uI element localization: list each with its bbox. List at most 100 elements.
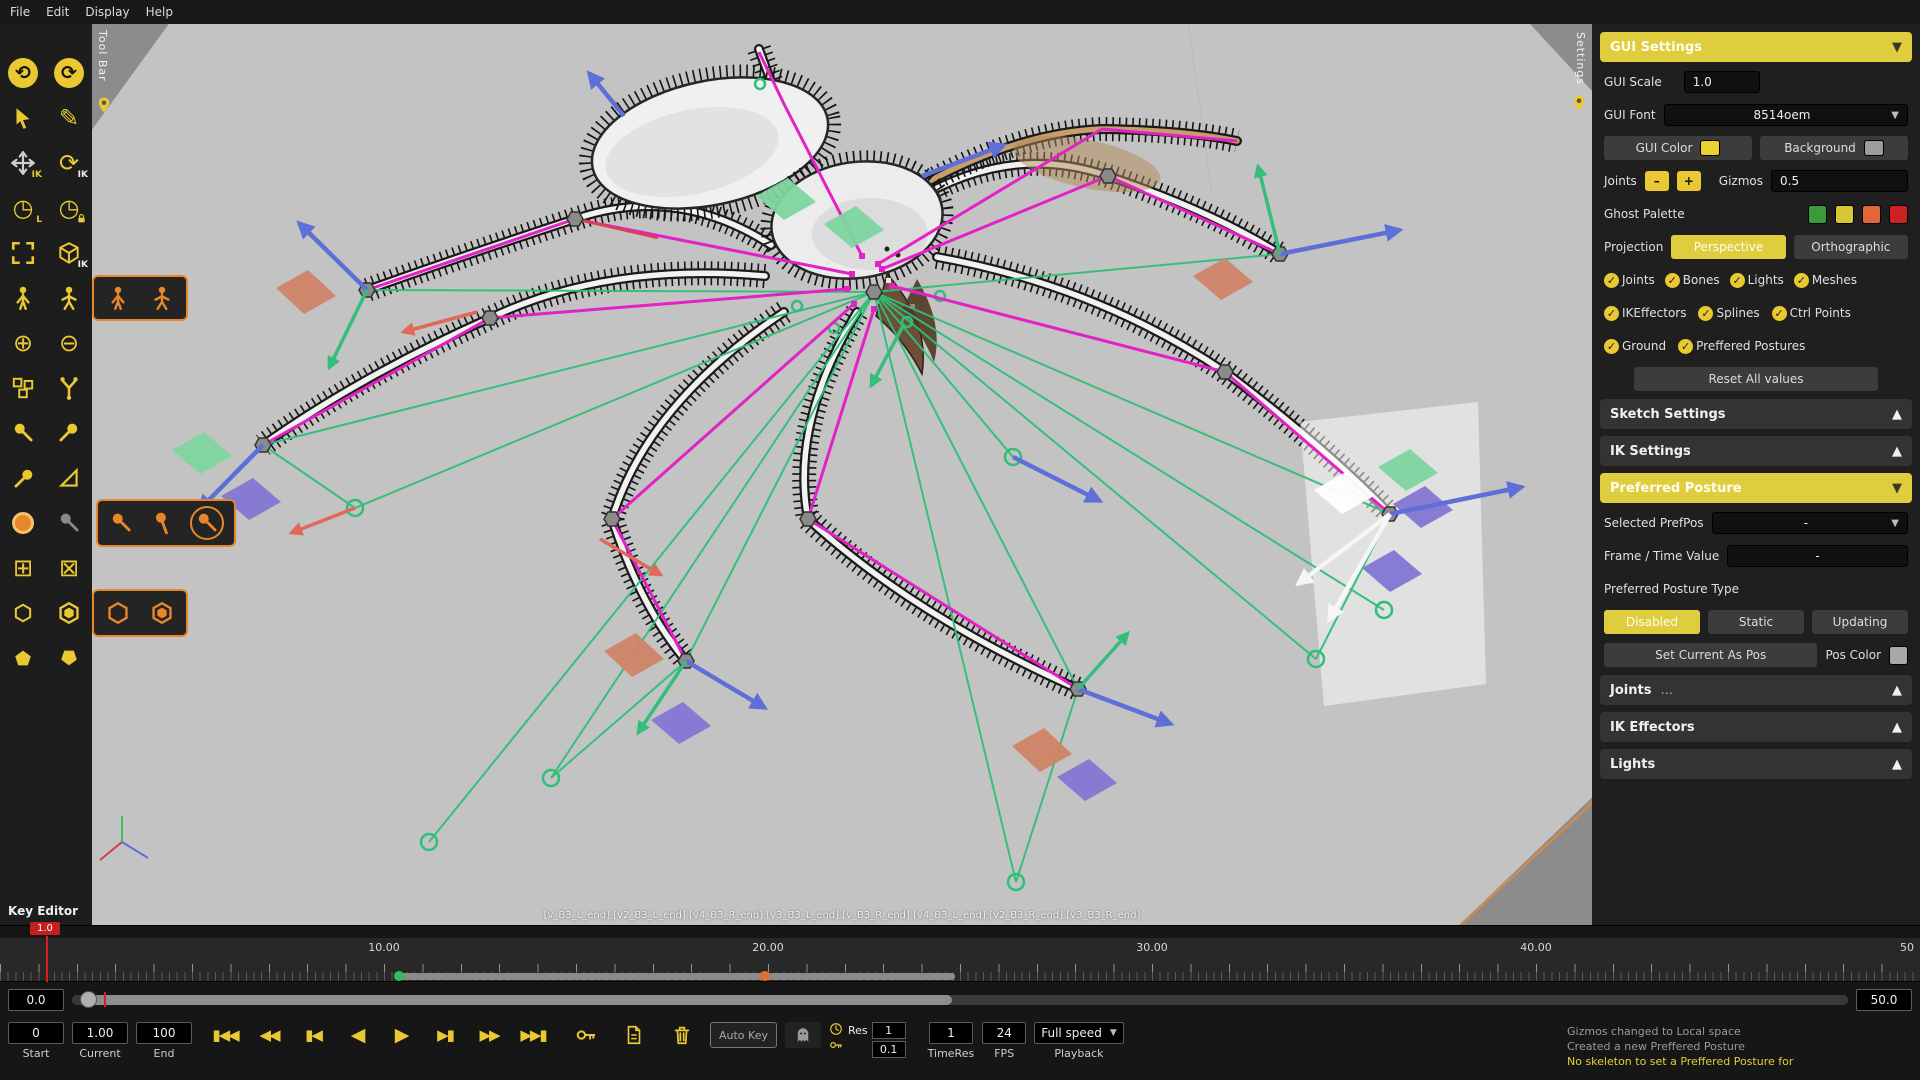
set-key-button[interactable]: [566, 1022, 606, 1048]
ghosting-button[interactable]: [785, 1022, 821, 1048]
go-to-end-button[interactable]: ▶▶▮: [512, 1022, 554, 1048]
pin-dark-tool-button[interactable]: [49, 504, 89, 542]
next-frame-button[interactable]: ▶▮: [424, 1022, 466, 1048]
pushpin-icon[interactable]: [145, 506, 180, 541]
gizmos-input[interactable]: 0.5: [1771, 170, 1908, 192]
playhead-time-badge[interactable]: 1.0: [30, 922, 60, 935]
add-circle-tool-button[interactable]: ⊕: [3, 324, 43, 362]
posture-disabled-button[interactable]: Disabled: [1604, 610, 1700, 634]
selected-prefpos-select[interactable]: - ▼: [1712, 512, 1908, 534]
toggle-splines[interactable]: ✓Splines: [1698, 306, 1759, 321]
current-frame-input[interactable]: 1.00: [72, 1022, 128, 1044]
draw-tool-button[interactable]: ✎: [49, 99, 89, 137]
viewport-3d[interactable]: Tool Bar Settings [v_B3_L_end] [v2_B3_L_…: [92, 24, 1592, 925]
edit-keys-button[interactable]: [614, 1022, 654, 1048]
hexagon-outline-tool-button[interactable]: [3, 594, 43, 632]
res-input[interactable]: 1: [872, 1022, 906, 1039]
play-button[interactable]: ▶: [380, 1022, 422, 1048]
play-backward-button[interactable]: ◀: [336, 1022, 378, 1048]
hexagon-icon[interactable]: [105, 600, 131, 626]
pos-color-swatch[interactable]: [1889, 646, 1908, 665]
pin-icon[interactable]: [95, 96, 113, 114]
toggle-ground[interactable]: ✓Ground: [1604, 339, 1666, 354]
pin-flip-tool-button[interactable]: [49, 414, 89, 452]
pentagon-up-tool-button[interactable]: [3, 639, 43, 677]
pin-icon[interactable]: [1570, 94, 1588, 112]
toggle-bones[interactable]: ✓Bones: [1665, 273, 1720, 288]
posture-static-button[interactable]: Static: [1708, 610, 1804, 634]
posture-updating-button[interactable]: Updating: [1812, 610, 1908, 634]
time-local-tool-button[interactable]: ◷L: [3, 189, 43, 227]
undo-button[interactable]: ⟲: [3, 54, 43, 92]
move-ik-tool-button[interactable]: IK: [3, 144, 43, 182]
pin-tool-button[interactable]: [3, 414, 43, 452]
ghost-color-red-swatch[interactable]: [1889, 205, 1908, 224]
toggle-ikeffectors[interactable]: ✓IKEffectors: [1604, 306, 1686, 321]
toggle-meshes[interactable]: ✓Meshes: [1794, 273, 1857, 288]
go-to-start-button[interactable]: ▮◀◀: [204, 1022, 246, 1048]
lights-header[interactable]: Lights ▲: [1600, 749, 1912, 779]
playhead-marker[interactable]: [46, 936, 48, 982]
gui-scale-input[interactable]: 1.0: [1684, 71, 1760, 93]
character-orbit-tool-button[interactable]: [3, 279, 43, 317]
hexagon-icon[interactable]: [149, 600, 175, 626]
pushpin-icon[interactable]: [108, 510, 134, 536]
menu-display[interactable]: Display: [85, 5, 129, 19]
rewind-button[interactable]: ◀◀: [248, 1022, 290, 1048]
pushpin-selected-button[interactable]: [190, 506, 224, 540]
range-max-box[interactable]: 50.0: [1856, 989, 1912, 1011]
orthographic-button[interactable]: Orthographic: [1794, 235, 1908, 259]
delete-key-button[interactable]: [662, 1022, 702, 1048]
scale-tool-button[interactable]: [3, 234, 43, 272]
person-icon[interactable]: [149, 285, 175, 311]
branch-tool-button[interactable]: [49, 369, 89, 407]
sketch-settings-header[interactable]: Sketch Settings ▲: [1600, 399, 1912, 429]
joints-increase-button[interactable]: +: [1677, 171, 1701, 191]
background-color-button[interactable]: Background: [1760, 136, 1908, 160]
preferred-posture-header[interactable]: Preferred Posture ▼: [1600, 473, 1912, 503]
toggle-joints[interactable]: ✓Joints: [1604, 273, 1655, 288]
menu-file[interactable]: File: [10, 5, 30, 19]
ghost-color-orange-swatch[interactable]: [1862, 205, 1881, 224]
ik-settings-header[interactable]: IK Settings ▲: [1600, 436, 1912, 466]
res-secondary-input[interactable]: 0.1: [872, 1041, 906, 1058]
person-icon[interactable]: [105, 285, 131, 311]
start-frame-input[interactable]: 0: [8, 1022, 64, 1044]
menu-edit[interactable]: Edit: [46, 5, 69, 19]
pentagon-down-tool-button[interactable]: [49, 639, 89, 677]
rotate-ik-tool-button[interactable]: ⟳IK: [49, 144, 89, 182]
triangle-ruler-tool-button[interactable]: [49, 459, 89, 497]
hexagon-filled-tool-button[interactable]: [49, 594, 89, 632]
perspective-button[interactable]: Perspective: [1671, 235, 1785, 259]
redo-button[interactable]: ⟳: [49, 54, 89, 92]
auto-key-button[interactable]: Auto Key: [710, 1022, 777, 1048]
duplicate-tool-button[interactable]: [3, 369, 43, 407]
ghost-color-yellow-swatch[interactable]: [1835, 205, 1854, 224]
gui-settings-header[interactable]: GUI Settings ▼: [1600, 32, 1912, 62]
fast-forward-button[interactable]: ▶▶: [468, 1022, 510, 1048]
timeres-input[interactable]: 1: [929, 1022, 973, 1044]
active-point-button[interactable]: [3, 504, 43, 542]
joints-decrease-button[interactable]: –: [1645, 171, 1669, 191]
menu-help[interactable]: Help: [146, 5, 173, 19]
character-tool-button[interactable]: [49, 279, 89, 317]
remove-circle-tool-button[interactable]: ⊖: [49, 324, 89, 362]
select-tool-button[interactable]: [3, 99, 43, 137]
cube-ik-tool-button[interactable]: IK: [49, 234, 89, 272]
scrollbar-thumb[interactable]: [86, 995, 952, 1005]
set-current-as-pos-button[interactable]: Set Current As Pos: [1604, 643, 1817, 667]
ik-effectors-header[interactable]: IK Effectors ▲: [1600, 712, 1912, 742]
frame-time-input[interactable]: -: [1727, 545, 1908, 567]
gui-font-select[interactable]: 8514oem ▼: [1664, 104, 1908, 126]
time-lock-tool-button[interactable]: ◷: [49, 189, 89, 227]
range-start-key-dot[interactable]: [394, 971, 404, 981]
toggle-preffered-postures[interactable]: ✓Preffered Postures: [1678, 339, 1805, 354]
previous-frame-button[interactable]: ▮◀: [292, 1022, 334, 1048]
toggle-ctrl-points[interactable]: ✓Ctrl Points: [1772, 306, 1851, 321]
playback-speed-select[interactable]: Full speed ▼: [1034, 1022, 1124, 1044]
add-box-tool-button[interactable]: ⊞: [3, 549, 43, 587]
reset-all-values-button[interactable]: Reset All values: [1634, 367, 1878, 391]
timeline-scrollbar[interactable]: [72, 995, 1848, 1005]
visible-range-bar[interactable]: [398, 973, 955, 980]
joints-section-header[interactable]: Joints ... ▲: [1600, 675, 1912, 705]
